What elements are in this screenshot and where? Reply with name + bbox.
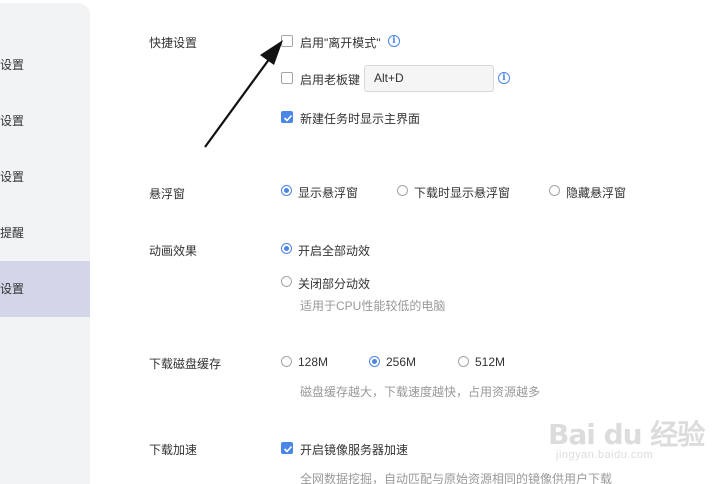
watermark-main-text: Bai du 经验 bbox=[548, 418, 705, 451]
watermark-sub-text: jingyan.baidu.com bbox=[556, 449, 654, 461]
baidu-watermark: Bai du 经验 jingyan.baidu.com bbox=[548, 413, 705, 465]
annotation-arrow-icon bbox=[204, 40, 283, 148]
